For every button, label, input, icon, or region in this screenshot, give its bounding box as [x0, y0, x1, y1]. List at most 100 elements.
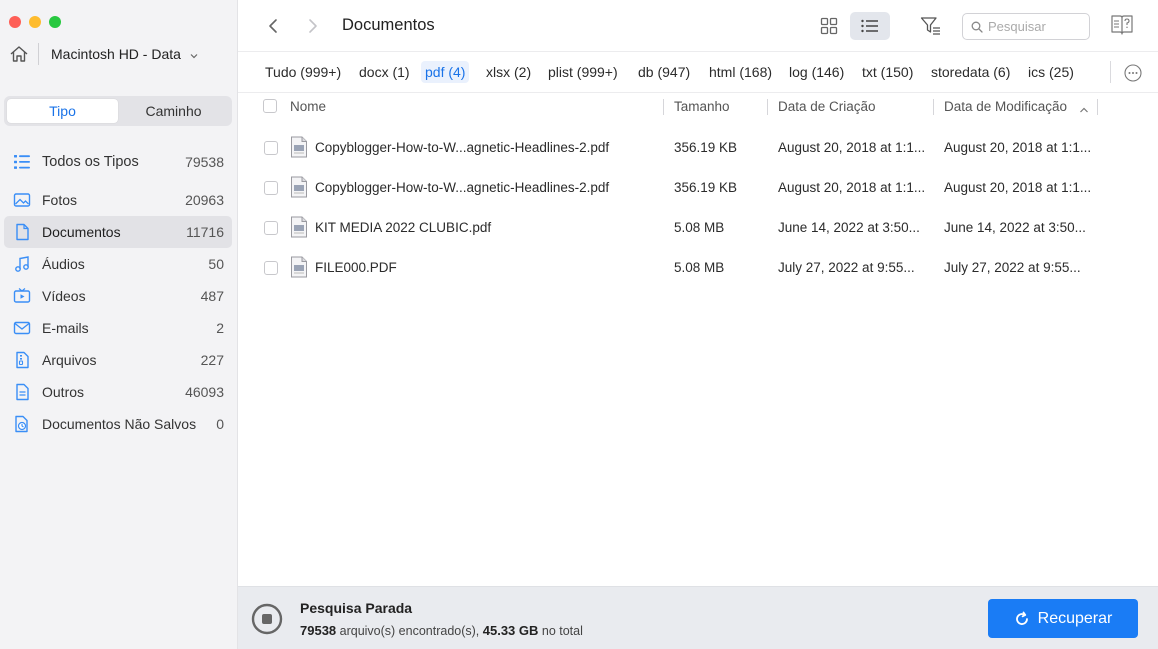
filter-tab-storedata[interactable]: storedata (6) [927, 61, 1014, 83]
search-input[interactable] [988, 19, 1084, 34]
file-modified: June 14, 2022 at 3:50... [944, 220, 1086, 235]
category-label: Documentos Não Salvos [42, 416, 197, 432]
column-resize-handle[interactable] [1097, 99, 1098, 115]
category-archives[interactable]: Arquivos 227 [4, 344, 232, 376]
page-title: Documentos [342, 16, 435, 34]
category-label: Outros [42, 384, 85, 400]
file-created: June 14, 2022 at 3:50... [778, 220, 920, 235]
file-size: 356.19 KB [674, 140, 738, 155]
column-name-header[interactable]: Nome [290, 99, 326, 114]
select-all-checkbox[interactable] [263, 99, 277, 113]
column-created-header[interactable]: Data de Criação [778, 99, 876, 114]
category-videos[interactable]: Vídeos 487 [4, 280, 232, 312]
category-label: Documentos [42, 224, 121, 240]
category-audios[interactable]: Áudios 50 [4, 248, 232, 280]
chevron-right-icon [309, 19, 317, 33]
stop-icon [251, 603, 283, 635]
recover-button[interactable]: Recuperar [988, 599, 1138, 638]
filter-tab-log[interactable]: log (146) [785, 61, 848, 83]
pdf-file-icon [290, 216, 308, 238]
drive-selector[interactable]: Macintosh HD - Data [8, 43, 199, 65]
divider [38, 43, 39, 65]
table-row[interactable]: Copyblogger-How-to-W...agnetic-Headlines… [238, 128, 1158, 168]
segment-caminho[interactable]: Caminho [118, 99, 229, 123]
category-label: Fotos [42, 192, 78, 208]
file-created: August 20, 2018 at 1:1... [778, 180, 926, 195]
filter-tab-plist[interactable]: plist (999+) [544, 61, 622, 83]
column-resize-handle[interactable] [933, 99, 934, 115]
divider [1110, 61, 1111, 83]
forward-button[interactable] [302, 15, 324, 37]
total-size: 45.33 GB [482, 623, 539, 638]
category-emails[interactable]: E-mails 2 [4, 312, 232, 344]
column-resize-handle[interactable] [767, 99, 768, 115]
file-created: August 20, 2018 at 1:1... [778, 140, 926, 155]
category-unsaved-documents[interactable]: Documentos Não Salvos 0 [4, 408, 232, 440]
home-icon[interactable] [8, 43, 30, 65]
table-row[interactable]: Copyblogger-How-to-W...agnetic-Headlines… [238, 168, 1158, 208]
table-row[interactable]: KIT MEDIA 2022 CLUBIC.pdf 5.08 MB June 1… [238, 208, 1158, 248]
filter-tab-all[interactable]: Tudo (999+) [261, 61, 345, 83]
photo-icon [12, 190, 32, 210]
zoom-window-button[interactable] [49, 16, 61, 28]
pdf-file-icon [290, 136, 308, 158]
filter-tab-docx[interactable]: docx (1) [355, 61, 414, 83]
search-box[interactable] [962, 13, 1090, 40]
category-count: 227 [200, 352, 224, 368]
filter-tab-pdf[interactable]: pdf (4) [421, 61, 470, 83]
filter-tab-ics[interactable]: ics (25) [1024, 61, 1078, 83]
grid-icon [820, 17, 838, 35]
pdf-file-icon [290, 176, 308, 198]
view-mode-segmented-control: Tipo Caminho [4, 96, 232, 126]
chevron-left-icon [269, 19, 277, 33]
row-checkbox[interactable] [264, 221, 278, 235]
filter-tab-db[interactable]: db (947) [634, 61, 694, 83]
category-label: Arquivos [42, 352, 97, 368]
more-icon [1124, 64, 1142, 82]
category-photos[interactable]: Fotos 20963 [4, 184, 232, 216]
document-icon [12, 222, 32, 242]
toolbar: Documentos [238, 0, 1158, 52]
category-all-types[interactable]: Todos os Tipos 79538 [4, 146, 232, 178]
file-name: Copyblogger-How-to-W...agnetic-Headlines… [315, 180, 610, 195]
grid-view-button[interactable] [809, 12, 849, 40]
category-documents[interactable]: Documentos 11716 [4, 216, 232, 248]
filter-tab-xlsx[interactable]: xlsx (2) [482, 61, 535, 83]
row-checkbox[interactable] [264, 261, 278, 275]
filter-tab-html[interactable]: html (168) [705, 61, 776, 83]
column-size-header[interactable]: Tamanho [674, 99, 730, 114]
window-controls [9, 16, 61, 28]
filter-tab-txt[interactable]: txt (150) [858, 61, 917, 83]
sidebar: Macintosh HD - Data Tipo Caminho Todos o… [0, 0, 238, 649]
video-icon [12, 286, 32, 306]
email-icon [12, 318, 32, 338]
segment-tipo[interactable]: Tipo [7, 99, 118, 123]
file-size: 5.08 MB [674, 220, 725, 235]
list-view-button[interactable] [850, 12, 890, 40]
search-icon [971, 21, 983, 33]
back-button[interactable] [262, 15, 284, 37]
category-label: Vídeos [42, 288, 86, 304]
row-checkbox[interactable] [264, 181, 278, 195]
minimize-window-button[interactable] [29, 16, 41, 28]
drive-label: Macintosh HD - Data [51, 46, 181, 62]
column-modified-header[interactable]: Data de Modificação [944, 99, 1067, 114]
scan-summary: 79538 arquivo(s) encontrado(s), 45.33 GB… [300, 623, 583, 638]
category-others[interactable]: Outros 46093 [4, 376, 232, 408]
guide-button[interactable] [1110, 13, 1134, 37]
file-name: FILE000.PDF [315, 260, 397, 275]
book-icon [1111, 15, 1133, 35]
close-window-button[interactable] [9, 16, 21, 28]
more-filters-button[interactable] [1123, 63, 1143, 83]
category-count: 20963 [185, 192, 224, 208]
file-name: KIT MEDIA 2022 CLUBIC.pdf [315, 220, 492, 235]
filter-button[interactable] [918, 13, 944, 39]
others-icon [12, 382, 32, 402]
category-count: 2 [216, 320, 224, 336]
category-list: Todos os Tipos 79538 Fotos 20963 Documen… [4, 146, 232, 440]
column-resize-handle[interactable] [663, 99, 664, 115]
chevron-down-icon [189, 49, 199, 59]
table-row[interactable]: FILE000.PDF 5.08 MB July 27, 2022 at 9:5… [238, 248, 1158, 288]
status-bar: Pesquisa Parada 79538 arquivo(s) encontr… [238, 586, 1158, 649]
row-checkbox[interactable] [264, 141, 278, 155]
